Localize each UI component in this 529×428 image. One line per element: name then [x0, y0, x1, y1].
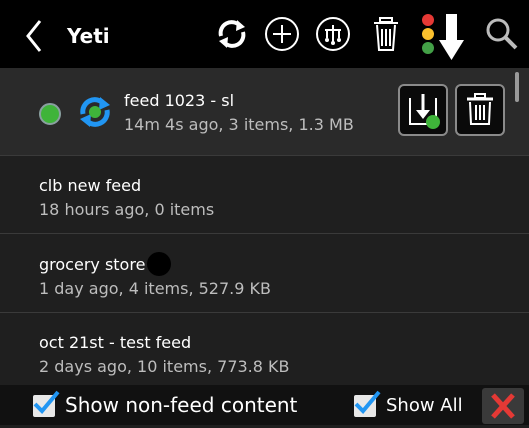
- show-all-label[interactable]: Show All: [386, 395, 463, 416]
- list-item[interactable]: clb new feed 18 hours ago, 0 items: [0, 156, 529, 234]
- back-icon[interactable]: [22, 18, 46, 54]
- feed-meta: 2 days ago, 10 items, 773.8 KB: [39, 357, 290, 376]
- feed-name: oct 21st - test feed: [39, 333, 192, 352]
- bottom-bar: Show non-feed content Show All: [0, 385, 529, 425]
- delete-button[interactable]: [455, 84, 505, 136]
- scrollbar[interactable]: [515, 72, 519, 102]
- status-dot-icon: [39, 103, 61, 125]
- feed-meta: 14m 4s ago, 3 items, 1.3 MB: [124, 115, 354, 134]
- list-item[interactable]: feed 1023 - sl 14m 4s ago, 3 items, 1.3 …: [0, 68, 529, 156]
- show-non-feed-checkbox[interactable]: [33, 390, 60, 417]
- app-title: Yeti: [67, 24, 110, 48]
- checkbox-icon: [33, 390, 60, 414]
- list-item[interactable]: oct 21st - test feed 2 days ago, 10 item…: [0, 313, 529, 385]
- checkbox-icon: [354, 390, 381, 414]
- search-icon[interactable]: [482, 14, 522, 54]
- trash-icon: [467, 93, 493, 125]
- show-non-feed-label[interactable]: Show non-feed content: [65, 393, 297, 417]
- trash-icon[interactable]: [366, 14, 406, 54]
- list-item[interactable]: grocery store 1 day ago, 4 items, 527.9 …: [0, 234, 529, 313]
- close-button[interactable]: [482, 388, 524, 424]
- network-icon[interactable]: [313, 14, 353, 54]
- feed-name: clb new feed: [39, 176, 142, 195]
- top-app-bar: Yeti: [0, 0, 529, 68]
- add-icon[interactable]: [262, 14, 302, 54]
- feed-meta: 18 hours ago, 0 items: [39, 200, 215, 219]
- close-icon: [491, 393, 515, 419]
- sync-icon: [80, 97, 110, 127]
- redaction-dot: [147, 252, 171, 276]
- traffic-light-download-icon[interactable]: [417, 12, 471, 62]
- feed-name: feed 1023 - sl: [124, 91, 235, 110]
- sync-icon[interactable]: [212, 14, 252, 54]
- show-all-checkbox[interactable]: [354, 390, 381, 417]
- feed-name: grocery store: [39, 255, 146, 274]
- feed-list: feed 1023 - sl 14m 4s ago, 3 items, 1.3 …: [0, 68, 529, 385]
- feed-meta: 1 day ago, 4 items, 527.9 KB: [39, 279, 271, 298]
- download-icon: [409, 94, 440, 129]
- download-button[interactable]: [398, 84, 448, 136]
